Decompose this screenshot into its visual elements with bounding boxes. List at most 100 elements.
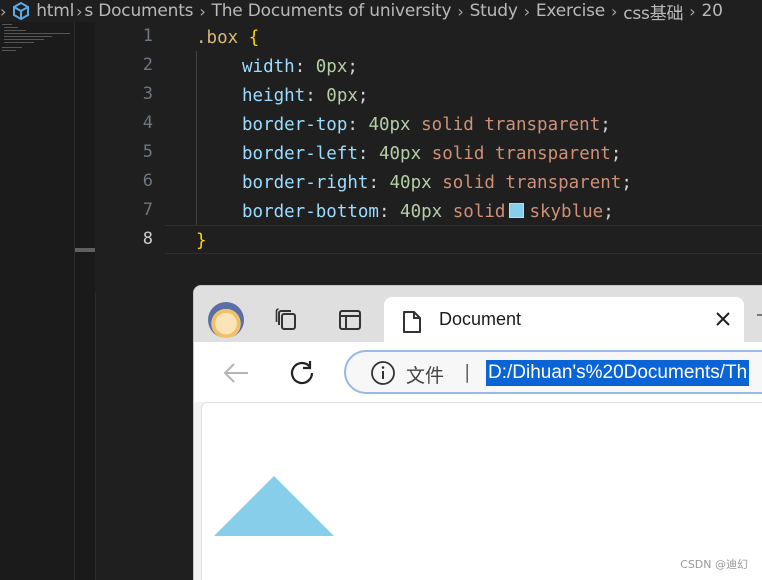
css-property: height xyxy=(242,86,306,106)
line-number: 6 xyxy=(142,171,153,191)
color-swatch[interactable] xyxy=(509,203,525,218)
scrollbar[interactable] xyxy=(74,22,96,580)
colon: : xyxy=(357,144,379,164)
minimap-line xyxy=(4,42,34,43)
semicolon: ; xyxy=(600,115,611,135)
colon: : xyxy=(294,57,316,77)
minimap[interactable] xyxy=(0,22,74,580)
css-file-icon xyxy=(10,0,32,22)
breadcrumb-item[interactable]: html xyxy=(36,1,74,21)
minimap-line xyxy=(4,36,52,37)
browser-window: Document 文件 | D:/Dihuan's%20Documents/Th… xyxy=(193,285,762,580)
address-url-selected[interactable]: D:/Dihuan's%20Documents/Th xyxy=(486,360,750,386)
colon: : xyxy=(305,86,327,106)
css-property: width xyxy=(242,57,295,77)
chevron-right-icon: › xyxy=(0,1,7,21)
breadcrumb-item[interactable]: Study xyxy=(470,1,518,21)
css-number: 0px xyxy=(326,86,358,106)
css-number: 0px xyxy=(315,57,348,77)
close-icon[interactable] xyxy=(714,310,732,332)
code-line[interactable]: width: 0px; xyxy=(242,53,358,82)
css-number: 40px xyxy=(400,202,443,222)
tab-actions-icon[interactable] xyxy=(336,306,364,334)
css-number: 40px xyxy=(389,173,432,193)
chevron-right-icon: › xyxy=(523,1,530,21)
minimap-line xyxy=(2,50,16,51)
semicolon: ; xyxy=(347,57,358,77)
tab-strip: Document xyxy=(194,286,762,343)
semicolon: ; xyxy=(357,86,369,106)
line-number: 2 xyxy=(142,55,153,75)
page-viewport: CSDN @迪幻 xyxy=(201,402,762,580)
chevron-right-icon: › xyxy=(457,1,464,21)
line-number: 1 xyxy=(142,26,153,46)
indent-guide xyxy=(196,51,197,225)
address-bar[interactable]: 文件 | D:/Dihuan's%20Documents/Th xyxy=(344,350,762,394)
chevron-right-icon: › xyxy=(689,1,696,21)
colon: : xyxy=(378,202,401,222)
css-keyword: solid transparent xyxy=(421,115,601,135)
new-tab-icon[interactable] xyxy=(757,314,762,316)
css-number: 40px xyxy=(368,115,411,135)
watermark: CSDN @迪幻 xyxy=(680,558,748,571)
active-line-highlight xyxy=(165,225,762,254)
code-line[interactable]: .box { xyxy=(196,24,259,53)
refresh-icon[interactable] xyxy=(286,357,318,389)
code-line[interactable]: border-left: 40px solid transparent; xyxy=(242,140,621,169)
back-arrow-icon[interactable] xyxy=(220,357,252,389)
code-line[interactable]: border-bottom: 40px solid skyblue; xyxy=(242,198,614,227)
minimap-line xyxy=(4,30,26,31)
css-property: border-right xyxy=(242,173,369,193)
minimap-line xyxy=(4,33,70,34)
css-selector: .box xyxy=(196,28,239,48)
sky-blue-triangle xyxy=(214,476,334,536)
breadcrumb: › html › s Documents › The Documents of … xyxy=(0,0,762,22)
css-property: border-bottom xyxy=(242,202,379,222)
document-icon xyxy=(402,310,422,338)
address-divider: | xyxy=(464,361,471,383)
chevron-right-icon: › xyxy=(611,1,618,21)
line-number: 7 xyxy=(142,200,153,220)
breadcrumb-item[interactable]: s Documents xyxy=(84,1,193,21)
breadcrumb-item[interactable]: Exercise xyxy=(536,1,605,21)
minimap-line xyxy=(4,27,18,28)
code-line[interactable]: } xyxy=(196,227,207,256)
browser-tab-active[interactable]: Document xyxy=(384,297,744,343)
line-number: 4 xyxy=(142,113,153,133)
chevron-right-icon: › xyxy=(76,1,83,21)
css-keyword: solid xyxy=(452,202,506,222)
semicolon: ; xyxy=(603,202,614,222)
collections-icon[interactable] xyxy=(274,306,302,334)
info-icon[interactable] xyxy=(370,360,396,390)
css-property: border-left xyxy=(242,144,358,164)
line-number-active: 8 xyxy=(142,229,153,249)
minimap-line xyxy=(4,39,44,40)
profile-avatar[interactable] xyxy=(208,302,244,338)
code-line[interactable]: border-top: 40px solid transparent; xyxy=(242,111,611,140)
code-line[interactable]: height: 0px; xyxy=(242,82,368,111)
scrollbar-thumb[interactable] xyxy=(75,248,95,252)
code-editor[interactable]: 1 2 3 4 5 6 7 8 .box { width: 0px; heigh… xyxy=(95,22,762,292)
breadcrumb-item[interactable]: css基础 xyxy=(623,0,683,23)
css-keyword: solid transparent xyxy=(431,144,611,164)
minimap-line xyxy=(2,47,22,48)
semicolon: ; xyxy=(621,173,632,193)
css-keyword: solid transparent xyxy=(442,173,622,193)
minimap-line xyxy=(2,24,12,25)
css-color-keyword: skyblue xyxy=(529,202,604,222)
line-number: 5 xyxy=(142,142,153,162)
chevron-right-icon: › xyxy=(199,1,206,21)
line-number: 3 xyxy=(142,84,153,104)
colon: : xyxy=(368,173,390,193)
breadcrumb-item[interactable]: 20 xyxy=(702,1,723,21)
close-brace: } xyxy=(196,231,207,251)
semicolon: ; xyxy=(610,144,622,164)
code-line[interactable]: border-right: 40px solid transparent; xyxy=(242,169,632,198)
browser-toolbar: 文件 | D:/Dihuan's%20Documents/Th xyxy=(194,342,762,402)
breadcrumb-item[interactable]: The Documents of university xyxy=(212,1,452,21)
open-brace: { xyxy=(248,28,260,48)
css-number: 40px xyxy=(378,144,422,164)
colon: : xyxy=(347,115,369,135)
css-property: border-top xyxy=(242,115,348,135)
address-scheme-label: 文件 xyxy=(406,365,445,387)
